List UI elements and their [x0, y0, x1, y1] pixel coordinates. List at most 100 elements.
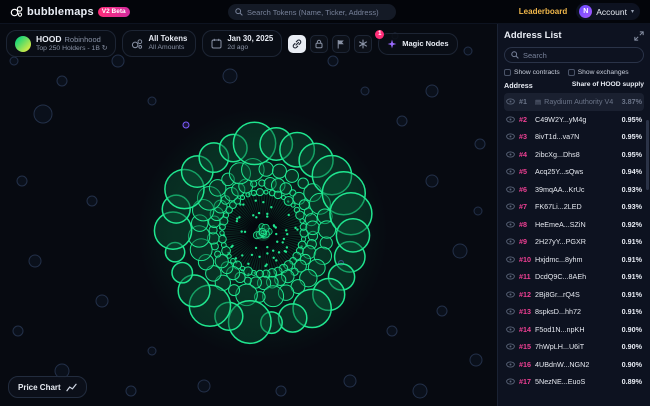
leaderboard-link[interactable]: Leaderboard [519, 7, 567, 16]
eye-icon[interactable] [506, 151, 516, 158]
address-list-title: Address List [504, 30, 562, 41]
date-title: Jan 30, 2025 [227, 34, 273, 44]
eye-icon[interactable] [506, 361, 516, 368]
address-rank: #6 [519, 185, 532, 194]
eye-icon[interactable] [506, 168, 516, 175]
sparkle-icon [387, 39, 397, 49]
address-row[interactable]: #7 FK67Li...2LED 0.93% [504, 198, 644, 216]
address-rank: #14 [519, 325, 532, 334]
eye-icon[interactable] [506, 116, 516, 123]
bubble-map-canvas[interactable] [0, 24, 497, 406]
token-search[interactable]: Search Tokens (Name, Ticker, Address) [228, 4, 396, 20]
address-label: FK67Li...2LED [535, 202, 619, 211]
scrollbar[interactable] [646, 120, 649, 190]
address-rank: #15 [519, 342, 532, 351]
eye-icon[interactable] [506, 326, 516, 333]
address-label: 2H27yY...PGXR [535, 237, 619, 246]
avatar: N [579, 5, 592, 18]
eye-icon[interactable] [506, 308, 516, 315]
address-row[interactable]: #9 2H27yY...PGXR 0.91% [504, 233, 644, 251]
eye-icon[interactable] [506, 291, 516, 298]
date-chip[interactable]: Jan 30, 2025 2d ago [202, 30, 282, 57]
search-icon [511, 51, 519, 59]
magic-nodes-label: Magic Nodes [402, 39, 448, 48]
address-row[interactable]: #1 ▤ Raydium Authority V4 3.87% [504, 93, 644, 111]
show-exchanges-checkbox[interactable]: Show exchanges [568, 69, 629, 76]
address-rank: #3 [519, 132, 532, 141]
address-row[interactable]: #2 C49W2Y...yM4g 0.95% [504, 111, 644, 129]
address-label: Raydium Authority V4 [544, 97, 618, 106]
address-row[interactable]: #16 4UBdnW...NGN2 0.90% [504, 356, 644, 374]
lock-icon [314, 39, 324, 49]
address-label: C49W2Y...yM4g [535, 115, 619, 124]
address-rank: #7 [519, 202, 532, 211]
eye-icon[interactable] [506, 256, 516, 263]
eye-icon[interactable] [506, 343, 516, 350]
chart-line-icon [66, 383, 77, 392]
address-share: 0.90% [622, 360, 642, 369]
address-row[interactable]: #3 8ivT1d...va7N 0.95% [504, 128, 644, 146]
eye-icon[interactable] [506, 221, 516, 228]
logo[interactable]: bubblemaps V2 Beta [10, 5, 130, 18]
map-tools [288, 35, 372, 53]
show-contracts-checkbox[interactable]: Show contracts [504, 69, 560, 76]
flag-button[interactable] [332, 35, 350, 53]
search-icon [235, 8, 243, 16]
price-chart-label: Price Chart [18, 383, 61, 392]
address-rank: #12 [519, 290, 532, 299]
address-rank: #9 [519, 237, 532, 246]
token-chip[interactable]: HOODRobinhood Top 250 Holders - 1B ↻ [6, 30, 116, 57]
address-row[interactable]: #6 39mqAA...KrUc 0.93% [504, 181, 644, 199]
scope-chip[interactable]: All Tokens All Amounts [122, 30, 196, 57]
eye-icon[interactable] [506, 203, 516, 210]
token-logo [15, 36, 31, 52]
account-button[interactable]: N Account ▾ [576, 3, 640, 20]
expand-icon[interactable] [634, 31, 644, 41]
price-chart-button[interactable]: Price Chart [8, 376, 87, 398]
address-row[interactable]: #13 8spksD...hh72 0.91% [504, 303, 644, 321]
magic-nodes-badge: 1 [375, 30, 384, 39]
address-share: 0.92% [622, 220, 642, 229]
address-row[interactable]: #11 DcdQ9C...8AEh 0.91% [504, 268, 644, 286]
refresh-icon: ↻ [102, 45, 108, 52]
eye-icon[interactable] [506, 378, 516, 385]
asterisk-icon [358, 39, 368, 49]
address-row[interactable]: #5 Acq25Y...sQws 0.94% [504, 163, 644, 181]
search-placeholder: Search Tokens (Name, Ticker, Address) [247, 8, 379, 17]
share-link-button[interactable] [288, 35, 306, 53]
address-share: 0.95% [622, 150, 642, 159]
eye-icon[interactable] [506, 98, 516, 105]
eye-icon[interactable] [506, 133, 516, 140]
address-share: 0.94% [622, 167, 642, 176]
address-row[interactable]: #17 5NezNE...EuoS 0.89% [504, 373, 644, 391]
address-share: 0.91% [622, 255, 642, 264]
address-rank: #5 [519, 167, 532, 176]
address-label: 7hWpLH...U6iT [535, 342, 619, 351]
bubblemaps-logo-icon [10, 5, 23, 18]
address-row[interactable]: #10 Hxjdmc...8yhm 0.91% [504, 251, 644, 269]
eye-icon[interactable] [506, 273, 516, 280]
address-row[interactable]: #4 2ibcXg...Dhs8 0.95% [504, 146, 644, 164]
logo-text: bubblemaps [27, 6, 94, 18]
bubble-map-area[interactable]: HOODRobinhood Top 250 Holders - 1B ↻ All… [0, 24, 497, 406]
address-rank: #1 [519, 97, 532, 106]
token-subtitle: Top 250 Holders - 1B [36, 45, 100, 52]
address-label: 2Bj8Gr...rQ4S [535, 290, 619, 299]
address-row[interactable]: #8 HeEmeA...SZiN 0.92% [504, 216, 644, 234]
flag-icon [336, 39, 346, 49]
magic-nodes-button[interactable]: 1 Magic Nodes [378, 33, 457, 55]
link-icon [292, 39, 302, 49]
address-row[interactable]: #12 2Bj8Gr...rQ4S 0.91% [504, 286, 644, 304]
eye-icon[interactable] [506, 186, 516, 193]
address-row[interactable]: #15 7hWpLH...U6iT 0.90% [504, 338, 644, 356]
address-row[interactable]: #14 F5od1N...npKH 0.90% [504, 321, 644, 339]
lock-button[interactable] [310, 35, 328, 53]
filter-label: Show exchanges [578, 69, 629, 76]
eye-icon[interactable] [506, 238, 516, 245]
calendar-icon [211, 38, 222, 49]
address-label: 4UBdnW...NGN2 [535, 360, 619, 369]
address-share: 0.91% [622, 237, 642, 246]
settings-button[interactable] [354, 35, 372, 53]
address-search-input[interactable]: Search [504, 47, 644, 63]
address-list-panel: Address List Search Show contracts Show … [497, 24, 650, 406]
